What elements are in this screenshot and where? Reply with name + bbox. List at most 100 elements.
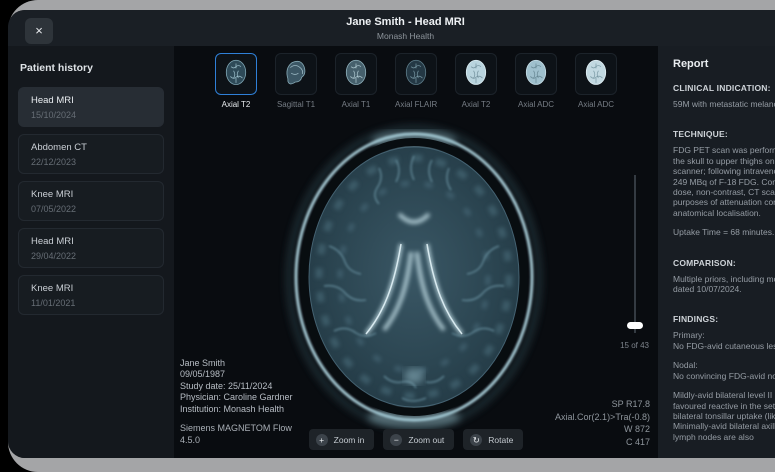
- report-line: CLINICAL INDICATION:: [673, 83, 775, 93]
- report-line: [673, 294, 775, 303]
- toolbar-button-label: Rotate: [488, 435, 513, 445]
- history-item-date: 07/05/2022: [31, 204, 151, 214]
- history-item[interactable]: Head MRI 29/04/2022: [18, 228, 164, 268]
- patient-info-line: Physician: Caroline Gardner: [180, 392, 293, 404]
- history-item[interactable]: Knee MRI 07/05/2022: [18, 181, 164, 221]
- report-line: lymph nodes are also: [673, 432, 775, 442]
- report-line: [673, 381, 775, 390]
- viewer-toolbar: + Zoom in − Zoom out ↻ Rotate: [174, 429, 658, 450]
- sidebar-title: Patient history: [20, 62, 164, 74]
- report-title: Report: [673, 58, 775, 70]
- rotate-icon: ↻: [470, 434, 482, 446]
- thumbnail-axial-t1: Axial T1: [335, 53, 377, 109]
- thumbnail-image[interactable]: [335, 53, 377, 95]
- report-line: Primary:: [673, 330, 775, 340]
- image-viewer: Axial T2: [174, 46, 658, 458]
- toolbar-button[interactable]: − Zoom out: [383, 429, 454, 450]
- patient-info-line: Jane Smith: [180, 358, 293, 370]
- report-line: [673, 109, 775, 118]
- thumbnail-axial-t2: Axial T2: [215, 53, 257, 109]
- slice-slider-handle[interactable]: [627, 322, 643, 329]
- report-line: dose, non-contrast, CT scan was per: [673, 187, 775, 197]
- history-item-label: Knee MRI: [31, 189, 151, 200]
- history-list: Head MRI 15/10/2024 Abdomen CT 22/12/202…: [18, 87, 164, 315]
- report-line: FINDINGS:: [673, 314, 775, 324]
- history-item-date: 22/12/2023: [31, 157, 151, 167]
- report-line: scanner; following intravenous admi: [673, 166, 775, 176]
- history-item-date: 11/01/2021: [31, 298, 151, 308]
- report-line: purposes of attenuation correction a: [673, 197, 775, 207]
- history-item[interactable]: Head MRI 15/10/2024: [18, 87, 164, 127]
- toolbar-button-label: Zoom out: [408, 435, 444, 445]
- thumbnail-axial-adc-2: Axial ADC: [575, 53, 617, 109]
- report-line: Minimally-avid bilateral axillary and: [673, 421, 775, 431]
- history-item-date: 15/10/2024: [31, 110, 151, 120]
- report-line: Nodal:: [673, 360, 775, 370]
- history-item-label: Head MRI: [31, 95, 151, 106]
- patient-info-line: 09/05/1987: [180, 369, 293, 381]
- report-line: bilateral tonsillar uptake (likely infla: [673, 411, 775, 421]
- report-panel: Report CLINICAL INDICATION: 59M with met…: [658, 46, 775, 458]
- report-line: No convincing FDG-avid nodal meta: [673, 371, 775, 381]
- report-line: [673, 351, 775, 360]
- zoom-out-icon: −: [390, 434, 402, 446]
- thumbnail-image[interactable]: [215, 53, 257, 95]
- thumbnail-axial-flair: Axial FLAIR: [395, 53, 437, 109]
- report-line: 59M with metastatic melanoma.: [673, 99, 775, 109]
- thumbnail-list: Axial T2: [174, 53, 658, 109]
- history-item-date: 29/04/2022: [31, 251, 151, 261]
- report-line: [673, 218, 775, 227]
- toolbar-button-label: Zoom in: [334, 435, 365, 445]
- slice-slider-track[interactable]: [634, 175, 636, 333]
- thumbnail-label: Sagittal T1: [275, 100, 317, 109]
- history-item-label: Knee MRI: [31, 283, 151, 294]
- thumbnail-label: Axial FLAIR: [395, 100, 437, 109]
- thumbnail-image[interactable]: [515, 53, 557, 95]
- toolbar-button[interactable]: ↻ Rotate: [463, 429, 523, 450]
- screen: × Jane Smith - Head MRI Monash Health Pa…: [0, 0, 775, 472]
- technical-info-line: SP R17.8: [555, 398, 650, 411]
- report-line: COMPARISON:: [673, 258, 775, 268]
- report-line: Uptake Time = 68 minutes. BSL = 5.9: [673, 227, 775, 237]
- report-line: Mildly-avid bilateral level II cervical …: [673, 390, 775, 400]
- window-subtitle: Monash Health: [8, 31, 775, 41]
- report-line: FDG PET scan was performed from t: [673, 145, 775, 155]
- report-line: No FDG-avid cutaneous lesion.: [673, 341, 775, 351]
- patient-info-lines: Jane Smith09/05/1987Study date: 25/11/20…: [180, 358, 293, 416]
- report-line: favoured reactive in the setting of in: [673, 401, 775, 411]
- window-title: Jane Smith - Head MRI: [8, 16, 775, 28]
- slice-indicator: 15 of 43: [599, 341, 649, 350]
- report-body: CLINICAL INDICATION: 59M with metastatic…: [673, 83, 775, 442]
- thumbnail-axial-t2-2: Axial T2: [455, 53, 497, 109]
- patient-history-sidebar: Patient history Head MRI 15/10/2024 Abdo…: [8, 46, 174, 458]
- report-line: [673, 238, 775, 247]
- thumbnail-label: Axial T1: [335, 100, 377, 109]
- thumbnail-image[interactable]: [395, 53, 437, 95]
- window-header: × Jane Smith - Head MRI Monash Health: [8, 10, 775, 46]
- report-line: 249 MBq of F-18 FDG. Contemporan: [673, 177, 775, 187]
- toolbar-button[interactable]: + Zoom in: [309, 429, 375, 450]
- report-line: anatomical localisation.: [673, 208, 775, 218]
- history-item-label: Head MRI: [31, 236, 151, 247]
- patient-info-line: Study date: 25/11/2024: [180, 381, 293, 393]
- thumbnail-label: Axial ADC: [575, 100, 617, 109]
- thumbnail-label: Axial ADC: [515, 100, 557, 109]
- zoom-in-icon: +: [316, 434, 328, 446]
- report-line: dated 10/07/2024.: [673, 284, 775, 294]
- thumbnail-image[interactable]: [575, 53, 617, 95]
- patient-info-line: Institution: Monash Health: [180, 404, 293, 416]
- mri-viewer-window: × Jane Smith - Head MRI Monash Health Pa…: [8, 10, 775, 458]
- report-line: Multiple priors, including most rece: [673, 274, 775, 284]
- thumbnail-label: Axial T2: [215, 100, 257, 109]
- thumbnail-axial-adc: Axial ADC: [515, 53, 557, 109]
- report-line: TECHNIQUE:: [673, 129, 775, 139]
- thumbnail-sagittal-t1: Sagittal T1: [275, 53, 317, 109]
- report-line: the skull to upper thighs on our con: [673, 156, 775, 166]
- thumbnail-image[interactable]: [455, 53, 497, 95]
- thumbnail-label: Axial T2: [455, 100, 497, 109]
- thumbnail-image[interactable]: [275, 53, 317, 95]
- history-item[interactable]: Knee MRI 11/01/2021: [18, 275, 164, 315]
- history-item[interactable]: Abdomen CT 22/12/2023: [18, 134, 164, 174]
- history-item-label: Abdomen CT: [31, 142, 151, 153]
- technical-info-line: Axial.Cor(2.1)>Tra(-0.8): [555, 411, 650, 424]
